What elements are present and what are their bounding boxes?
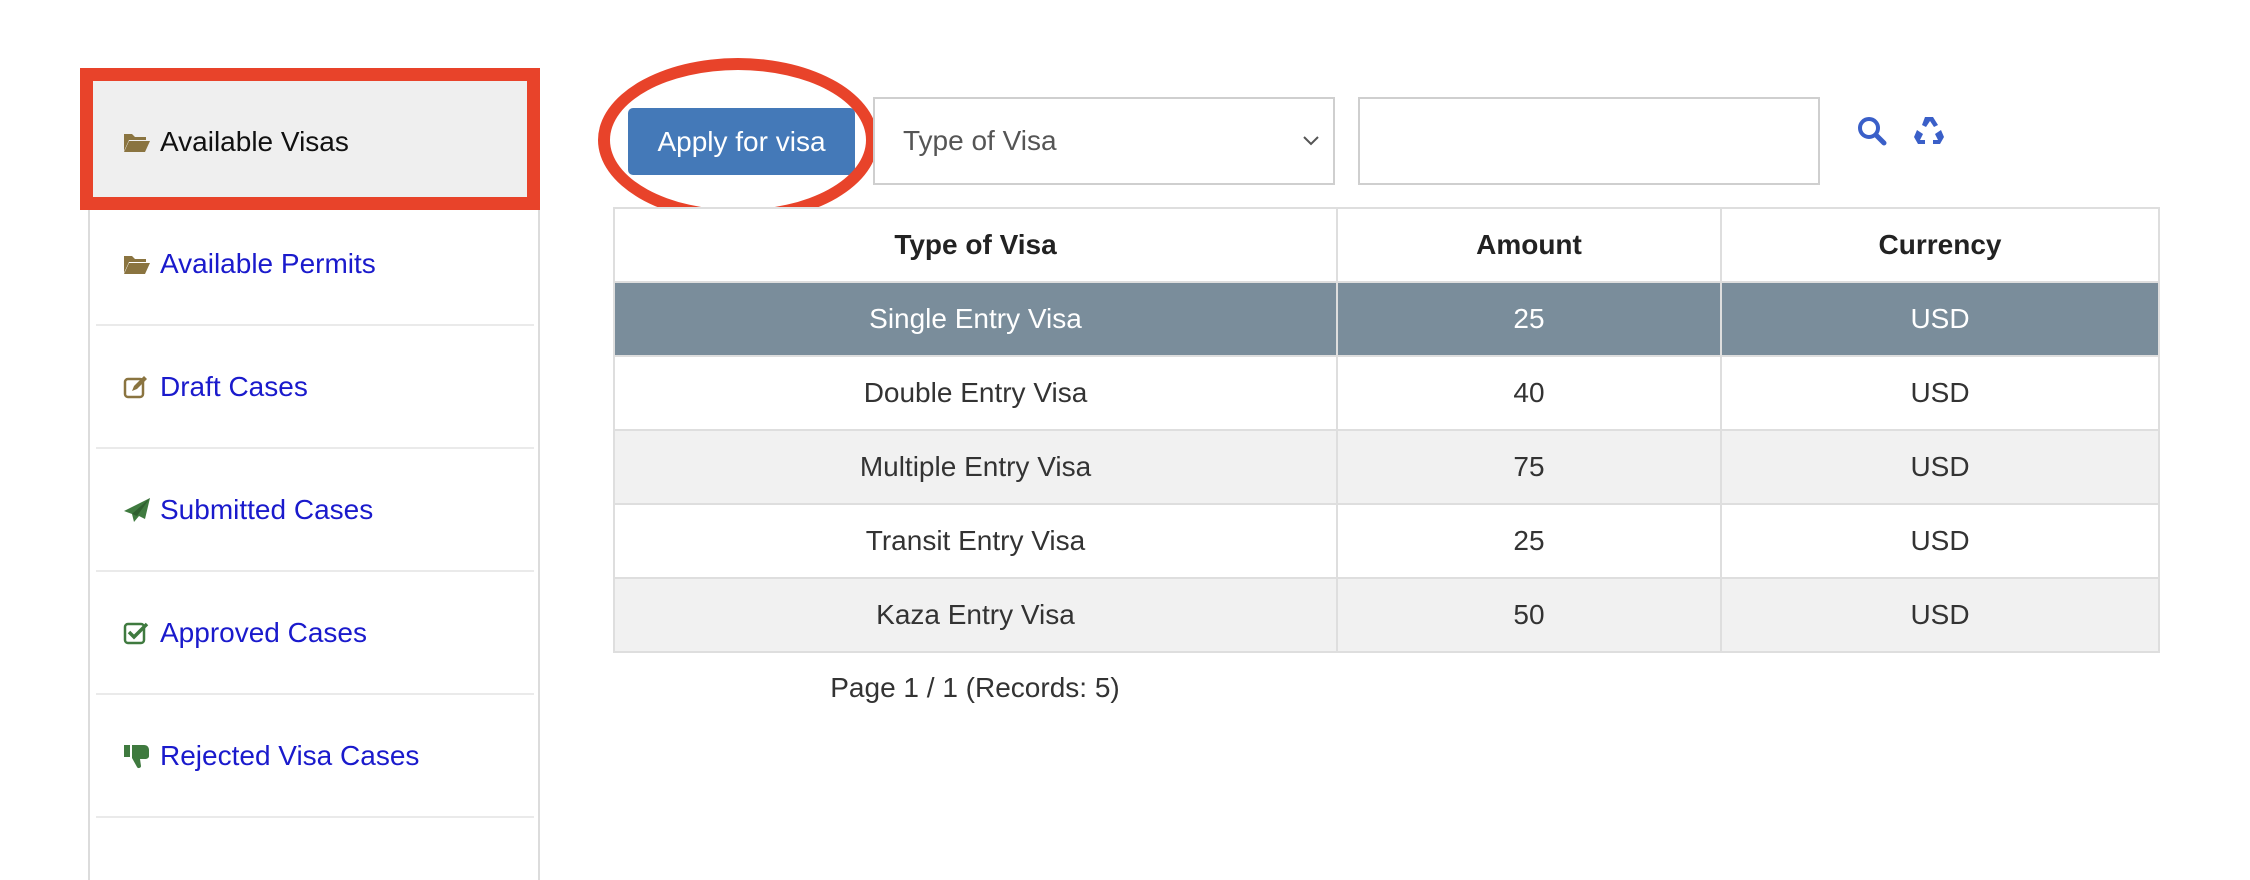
sidebar-item-available-permits[interactable]: Available Permits (96, 203, 534, 326)
search-input[interactable] (1358, 97, 1820, 185)
sidebar: Available Visas Available Permits Draft … (88, 80, 540, 880)
cell-amount: 25 (1336, 281, 1722, 357)
sidebar-item-available-visas[interactable]: Available Visas (90, 80, 538, 203)
visa-type-select[interactable]: Type of Visa (873, 97, 1335, 185)
table-row[interactable]: Double Entry Visa 40 USD (613, 355, 2160, 431)
search-icon[interactable] (1855, 114, 1889, 148)
sidebar-item-approved-cases[interactable]: Approved Cases (96, 572, 534, 695)
table-row[interactable]: Transit Entry Visa 25 USD (613, 503, 2160, 579)
sidebar-item-label: Rejected Visa Cases (160, 739, 420, 771)
table-row[interactable]: Multiple Entry Visa 75 USD (613, 429, 2160, 505)
cell-amount: 75 (1336, 429, 1722, 505)
cell-type: Double Entry Visa (613, 355, 1338, 431)
cell-type: Kaza Entry Visa (613, 577, 1338, 653)
paper-plane-icon (122, 496, 152, 524)
thumbs-down-icon (122, 742, 152, 770)
edit-icon (122, 373, 152, 401)
visa-table: Type of Visa Amount Currency Single Entr… (613, 207, 2160, 653)
folder-open-icon (122, 250, 152, 278)
table-row[interactable]: Kaza Entry Visa 50 USD (613, 577, 2160, 653)
visa-type-select-value: Type of Visa (903, 125, 1057, 156)
cell-type: Single Entry Visa (613, 281, 1338, 357)
cell-amount: 25 (1336, 503, 1722, 579)
column-header-currency[interactable]: Currency (1720, 207, 2160, 283)
apply-for-visa-button[interactable]: Apply for visa (628, 108, 855, 175)
cell-currency: USD (1720, 429, 2160, 505)
sidebar-item-draft-cases[interactable]: Draft Cases (96, 326, 534, 449)
sidebar-item-rejected-visa-cases[interactable]: Rejected Visa Cases (96, 695, 534, 818)
sidebar-item-label: Draft Cases (160, 370, 308, 402)
column-header-amount[interactable]: Amount (1336, 207, 1722, 283)
cell-amount: 50 (1336, 577, 1722, 653)
cell-currency: USD (1720, 281, 2160, 357)
cell-currency: USD (1720, 355, 2160, 431)
cell-currency: USD (1720, 577, 2160, 653)
table-header-row: Type of Visa Amount Currency (613, 207, 2160, 283)
sidebar-item-label: Available Permits (160, 247, 376, 279)
check-square-icon (122, 619, 152, 647)
pagination-info: Page 1 / 1 (Records: 5) (830, 672, 1120, 703)
sidebar-item-label: Submitted Cases (160, 493, 374, 525)
column-header-type-of-visa[interactable]: Type of Visa (613, 207, 1338, 283)
sidebar-item-label: Approved Cases (160, 616, 368, 648)
cell-amount: 40 (1336, 355, 1722, 431)
sidebar-item-label: Available Visas (160, 125, 349, 157)
recycle-icon[interactable] (1912, 114, 1946, 148)
cell-type: Transit Entry Visa (613, 503, 1338, 579)
chevron-down-icon (1299, 127, 1323, 151)
sidebar-item-submitted-cases[interactable]: Submitted Cases (96, 449, 534, 572)
cell-type: Multiple Entry Visa (613, 429, 1338, 505)
folder-open-icon (122, 128, 152, 156)
cell-currency: USD (1720, 503, 2160, 579)
table-row[interactable]: Single Entry Visa 25 USD (613, 281, 2160, 357)
